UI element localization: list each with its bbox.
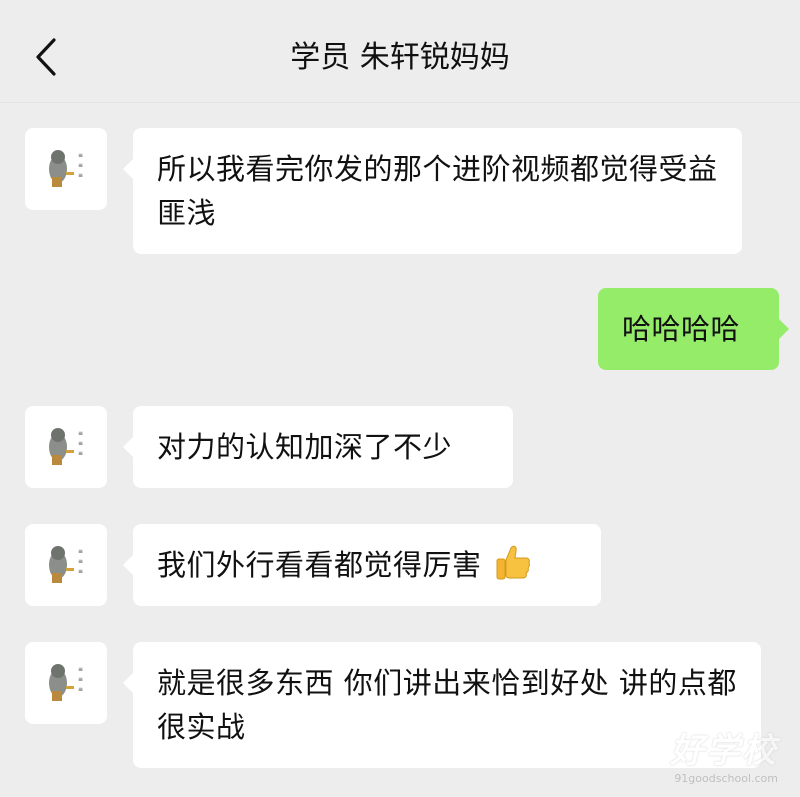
avatar[interactable]: ≡ ≡ ≡: [25, 406, 107, 488]
message-text: 哈哈哈哈: [622, 312, 741, 346]
svg-text:≡: ≡: [78, 440, 83, 447]
avatar-cartoon-icon: ≡ ≡ ≡: [49, 546, 83, 583]
avatar[interactable]: ≡ ≡ ≡: [25, 524, 107, 606]
svg-text:≡: ≡: [78, 430, 83, 437]
avatar-cartoon-icon: ≡ ≡ ≡: [49, 664, 83, 701]
avatar-cartoon-icon: ≡ ≡ ≡: [49, 428, 83, 465]
svg-text:≡: ≡: [78, 152, 83, 159]
message-bubble[interactable]: 我们外行看看都觉得厉害: [123, 524, 601, 606]
svg-text:≡: ≡: [78, 686, 83, 693]
svg-text:≡: ≡: [78, 450, 83, 457]
message-bubble[interactable]: 对力的认知加深了不少: [123, 406, 513, 488]
thumbs-up-icon: [496, 545, 530, 580]
chat-header: 学员 朱轩锐妈妈: [0, 0, 800, 103]
message-bubble-outgoing[interactable]: 哈哈哈哈: [598, 288, 789, 370]
message-text: 就是很多东西 你们讲出来恰到好处 讲的点都很实战: [157, 666, 737, 744]
svg-text:≡: ≡: [78, 162, 83, 169]
watermark-logo: 好学校 91goodschool.com: [670, 723, 778, 785]
avatar[interactable]: ≡ ≡ ≡: [25, 128, 107, 210]
watermark-main: 好学校: [670, 731, 778, 771]
svg-text:≡: ≡: [78, 172, 83, 179]
page-title: 学员 朱轩锐妈妈: [290, 40, 510, 75]
avatar-cartoon-icon: ≡ ≡ ≡: [49, 150, 83, 187]
avatar[interactable]: ≡ ≡ ≡: [25, 642, 107, 724]
svg-text:≡: ≡: [78, 548, 83, 555]
message-bubble[interactable]: 就是很多东西 你们讲出来恰到好处 讲的点都很实战: [123, 642, 761, 768]
svg-text:≡: ≡: [78, 558, 83, 565]
svg-text:≡: ≡: [78, 676, 83, 683]
watermark-sub: 91goodschool.com: [674, 772, 778, 785]
message-text: 对力的认知加深了不少: [157, 430, 453, 464]
svg-text:≡: ≡: [78, 666, 83, 673]
message-text: 我们外行看看都觉得厉害: [157, 548, 482, 582]
message-text: 所以我看完你发的那个进阶视频都觉得受益匪浅: [157, 152, 718, 230]
message-bubble[interactable]: 所以我看完你发的那个进阶视频都觉得受益匪浅: [123, 128, 742, 254]
svg-text:≡: ≡: [78, 568, 83, 575]
